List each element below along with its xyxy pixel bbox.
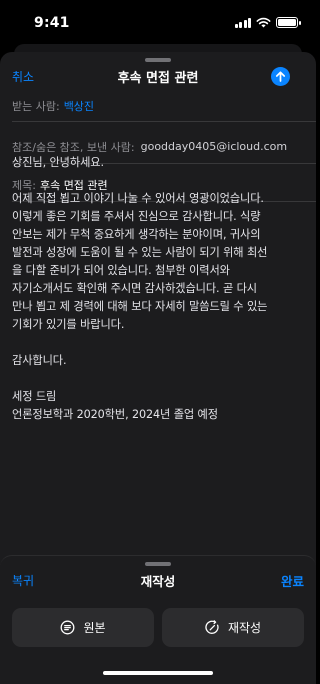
- original-button[interactable]: 원본: [12, 608, 154, 647]
- cellular-signal-icon: [234, 17, 251, 28]
- writing-tools-panel: 복귀 재작성 완료 원본 재작성: [0, 555, 316, 684]
- message-body[interactable]: 상진님, 안녕하세요. 어제 직접 뵙고 이야기 나눌 수 있어서 영광이었습니다…: [12, 154, 306, 424]
- body-line: 언론정보학과 2020학번, 2024년 졸업 예정: [12, 408, 218, 421]
- body-line: 이렇게 좋은 기회를 주셔서 진심으로 감사합니다. 식량: [12, 210, 261, 223]
- original-label: 원본: [83, 621, 106, 635]
- status-icons: [234, 17, 301, 28]
- done-button[interactable]: 완료: [281, 571, 304, 590]
- battery-icon: [276, 17, 301, 28]
- body-line: 어제 직접 뵙고 이야기 나눌 수 있어서 영광이었습니다.: [12, 192, 264, 205]
- panel-title: 재작성: [140, 574, 176, 589]
- body-line: 세정 드림: [12, 390, 57, 403]
- rewrite-icon: [205, 620, 219, 634]
- to-field[interactable]: 받는 사람: 백상진: [12, 88, 316, 122]
- status-bar: 9:41: [0, 0, 316, 44]
- panel-grabber[interactable]: [145, 562, 171, 566]
- body-line: 을 다할 준비가 되어 있습니다. 첨부한 이력서와: [12, 264, 230, 277]
- body-line: 감사합니다.: [12, 354, 67, 367]
- sheet-grabber[interactable]: [145, 58, 171, 62]
- body-blank-line: [12, 172, 306, 190]
- body-blank-line: [12, 334, 306, 352]
- send-button[interactable]: [271, 67, 290, 86]
- body-line: 발전과 성장에 도움이 될 수 있는 사람이 되기 위해 최선: [12, 246, 268, 259]
- rewrite-button[interactable]: 재작성: [162, 608, 304, 647]
- wifi-icon: [256, 17, 271, 28]
- compose-title: 후속 면접 관련: [117, 71, 199, 86]
- original-text-icon: [61, 620, 75, 635]
- to-label: 받는 사람:: [12, 99, 60, 113]
- compose-nav-bar: 취소 후속 면접 관련: [0, 64, 316, 90]
- body-line: 자기소개서도 확인해 주시면 감사하겠습니다. 곧 다시: [12, 282, 257, 295]
- status-time: 9:41: [34, 15, 70, 31]
- body-line: 기회가 있기를 바랍니다.: [12, 318, 125, 331]
- arrow-up-icon: [275, 71, 286, 82]
- body-line: 상진님, 안녕하세요.: [12, 156, 104, 169]
- sender-address: goodday0405@icloud.com: [140, 140, 288, 153]
- cc-bcc-label: 참조/숨은 참조, 보낸 사람:: [12, 140, 135, 154]
- rewrite-label: 재작성: [227, 621, 262, 635]
- body-line: 안보는 제가 무척 중요하게 생각하는 분야이며, 귀사의: [12, 228, 261, 241]
- body-line: 만나 뵙고 제 경력에 대해 보다 자세히 말씀드릴 수 있는: [12, 300, 268, 313]
- body-blank-line: [12, 370, 306, 388]
- recipient-chip[interactable]: 백상진: [64, 98, 94, 114]
- home-indicator[interactable]: [103, 671, 213, 675]
